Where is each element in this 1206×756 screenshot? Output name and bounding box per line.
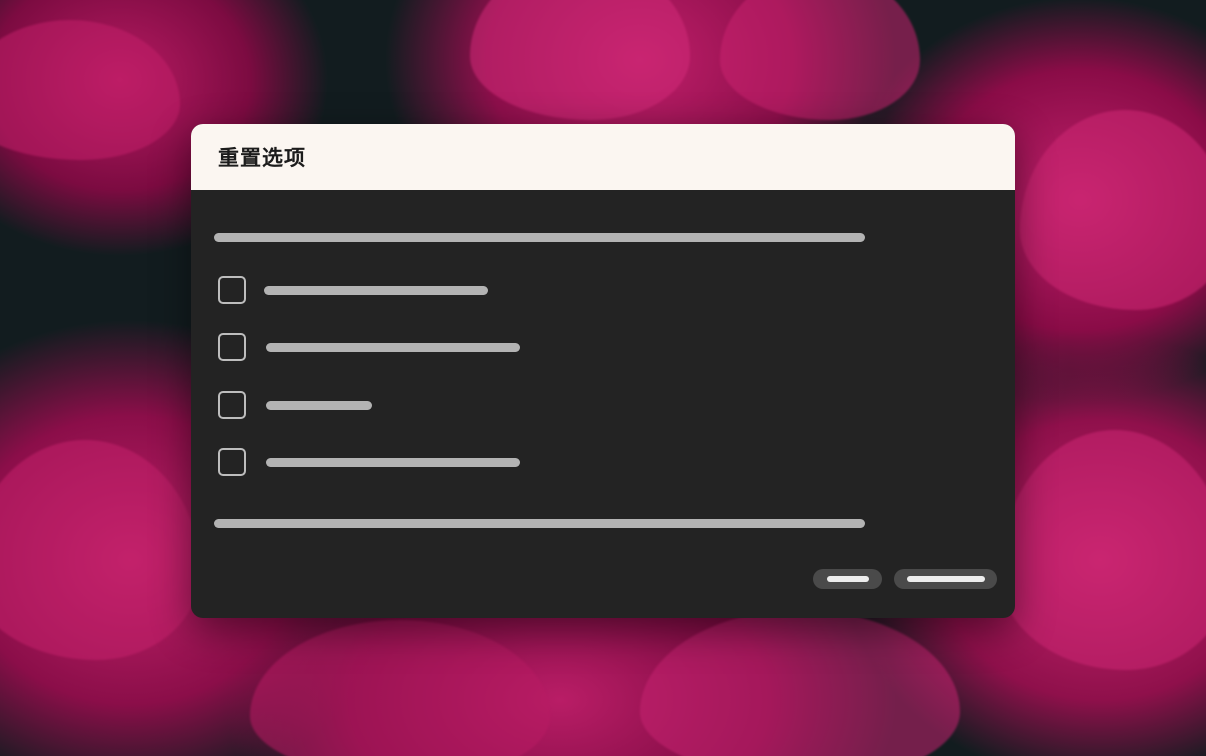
option-checkbox-3[interactable] — [218, 391, 246, 419]
cancel-button-label — [826, 576, 869, 582]
petal-decoration — [470, 0, 690, 120]
petal-decoration — [640, 610, 960, 756]
description-text — [214, 233, 865, 242]
cancel-button[interactable] — [813, 569, 882, 589]
option-checkbox-2[interactable] — [218, 333, 246, 361]
option-row-3[interactable] — [218, 391, 372, 419]
petal-decoration — [1000, 430, 1206, 670]
option-label-3 — [266, 400, 372, 410]
dialog-header: 重置选项 — [191, 124, 1015, 190]
option-row-2[interactable] — [218, 333, 520, 361]
footer-note-text — [214, 519, 865, 528]
option-label-4 — [266, 457, 520, 467]
option-checkbox-4[interactable] — [218, 448, 246, 476]
petal-decoration — [0, 440, 200, 660]
reset-button[interactable] — [894, 569, 997, 589]
petal-decoration — [0, 20, 180, 160]
option-row-1[interactable] — [218, 276, 488, 304]
dialog-title: 重置选项 — [218, 146, 306, 170]
petal-decoration — [1020, 110, 1206, 310]
reset-options-dialog: 重置选项 — [191, 124, 1015, 618]
reset-button-label — [906, 576, 985, 582]
option-row-4[interactable] — [218, 448, 520, 476]
option-label-1 — [264, 285, 488, 295]
option-label-2 — [266, 342, 520, 352]
petal-decoration — [250, 620, 550, 756]
petal-decoration — [720, 0, 920, 120]
dialog-body — [191, 190, 1015, 618]
option-checkbox-1[interactable] — [218, 276, 246, 304]
